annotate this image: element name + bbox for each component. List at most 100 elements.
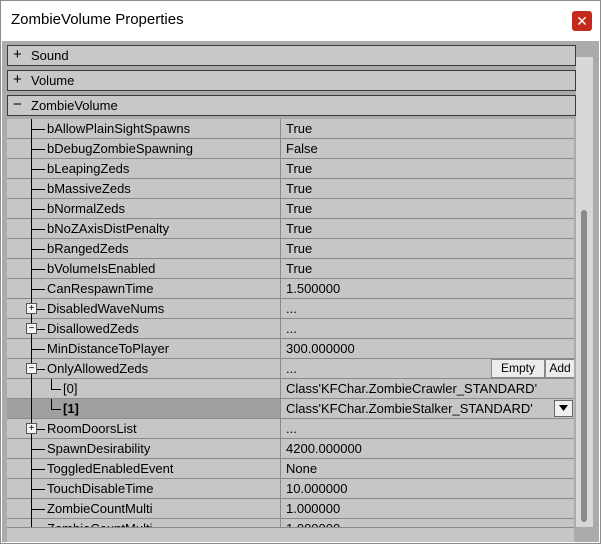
property-name-cell[interactable]: bVolumeIsEnabled bbox=[7, 259, 281, 279]
property-value[interactable]: False bbox=[286, 141, 318, 156]
tree-line bbox=[31, 129, 45, 130]
property-value[interactable]: 300.000000 bbox=[286, 341, 355, 356]
dropdown-arrow-button[interactable] bbox=[554, 400, 573, 417]
empty-button[interactable]: Empty bbox=[491, 359, 545, 378]
property-name: DisabledWaveNums bbox=[47, 301, 165, 316]
tree-line bbox=[31, 209, 45, 210]
property-value[interactable]: ... bbox=[286, 361, 297, 376]
property-name-cell[interactable]: + RoomDoorsList bbox=[7, 419, 281, 439]
property-name: OnlyAllowedZeds bbox=[47, 361, 149, 376]
property-value[interactable]: True bbox=[286, 121, 312, 136]
property-row[interactable]: bLeapingZeds True bbox=[7, 159, 574, 179]
property-name: bLeapingZeds bbox=[47, 161, 130, 176]
property-name-cell[interactable]: − OnlyAllowedZeds bbox=[7, 359, 281, 379]
property-row[interactable]: CanRespawnTime 1.500000 bbox=[7, 279, 574, 299]
property-name-cell[interactable]: bNoZAxisDistPenalty bbox=[7, 219, 281, 239]
property-row[interactable]: − OnlyAllowedZeds... Empty Add bbox=[7, 359, 574, 379]
property-value[interactable]: ... bbox=[286, 321, 297, 336]
collapse-icon[interactable]: − bbox=[13, 97, 22, 112]
property-name: ZombieCountMulti bbox=[47, 501, 153, 516]
category-zombievolume[interactable]: − ZombieVolume bbox=[7, 95, 576, 116]
property-name-cell[interactable]: bMassiveZeds bbox=[7, 179, 281, 199]
property-row[interactable]: bAllowPlainSightSpawns True bbox=[7, 119, 574, 139]
property-name: bMassiveZeds bbox=[47, 181, 131, 196]
tree-line bbox=[31, 249, 45, 250]
tree-line bbox=[31, 289, 45, 290]
property-name-cell[interactable]: TouchDisableTime bbox=[7, 479, 281, 499]
property-name-cell[interactable]: CanRespawnTime bbox=[7, 279, 281, 299]
property-name-cell[interactable]: − DisallowedZeds bbox=[7, 319, 281, 339]
expand-icon[interactable]: + bbox=[26, 303, 37, 314]
property-row[interactable]: TouchDisableTime 10.000000 bbox=[7, 479, 574, 499]
property-name-cell[interactable]: [0] bbox=[7, 379, 281, 399]
expand-icon[interactable]: + bbox=[13, 72, 22, 87]
property-name-cell[interactable]: ZombieCountMulti bbox=[7, 499, 281, 519]
property-row[interactable]: bRangedZeds True bbox=[7, 239, 574, 259]
property-row[interactable]: bMassiveZeds True bbox=[7, 179, 574, 199]
collapse-icon[interactable]: − bbox=[26, 323, 37, 334]
property-row[interactable]: bVolumeIsEnabled True bbox=[7, 259, 574, 279]
tree-line bbox=[31, 189, 45, 190]
property-name: bRangedZeds bbox=[47, 241, 129, 256]
property-name-cell[interactable]: ToggledEnabledEvent bbox=[7, 459, 281, 479]
property-value[interactable]: ... bbox=[286, 421, 297, 436]
scrollbar-thumb[interactable] bbox=[581, 210, 587, 522]
tree-line bbox=[31, 449, 45, 450]
property-value[interactable]: 1.500000 bbox=[286, 281, 340, 296]
property-name-cell[interactable]: bRangedZeds bbox=[7, 239, 281, 259]
property-value[interactable]: ... bbox=[286, 301, 297, 316]
property-row[interactable]: MinDistanceToPlayer 300.000000 bbox=[7, 339, 574, 359]
property-name: CanRespawnTime bbox=[47, 281, 154, 296]
vertical-scrollbar[interactable] bbox=[576, 57, 593, 527]
property-name-cell[interactable]: + DisabledWaveNums bbox=[7, 299, 281, 319]
property-value[interactable]: 1.000000 bbox=[286, 501, 340, 516]
expand-icon[interactable]: + bbox=[13, 47, 22, 62]
property-value[interactable]: None bbox=[286, 461, 317, 476]
property-value[interactable]: True bbox=[286, 201, 312, 216]
collapse-icon[interactable]: − bbox=[26, 363, 37, 374]
property-row[interactable]: bDebugZombieSpawning False bbox=[7, 139, 574, 159]
property-value[interactable]: 4200.000000 bbox=[286, 441, 362, 456]
property-name-cell[interactable]: MinDistanceToPlayer bbox=[7, 339, 281, 359]
close-icon: ✕ bbox=[576, 13, 588, 29]
property-row[interactable]: bNoZAxisDistPenalty True bbox=[7, 219, 574, 239]
property-row[interactable]: + DisabledWaveNums... bbox=[7, 299, 574, 319]
property-value[interactable]: True bbox=[286, 261, 312, 276]
property-row[interactable]: [0] Class'KFChar.ZombieCrawler_STANDARD' bbox=[7, 379, 574, 399]
property-row[interactable]: + RoomDoorsList... bbox=[7, 419, 574, 439]
property-row[interactable]: bNormalZeds True bbox=[7, 199, 574, 219]
grid-footer bbox=[7, 527, 574, 542]
property-name: MinDistanceToPlayer bbox=[47, 341, 170, 356]
property-row[interactable]: ZombieCountMulti 1.000000 bbox=[7, 499, 574, 519]
category-sound[interactable]: + Sound bbox=[7, 45, 576, 66]
title-bar[interactable]: ZombieVolume Properties ✕ bbox=[1, 1, 600, 39]
add-button[interactable]: Add bbox=[545, 359, 574, 378]
property-list: bAllowPlainSightSpawns True bDebugZombieSp… bbox=[7, 119, 574, 542]
property-row[interactable]: SpawnDesirability 4200.000000 bbox=[7, 439, 574, 459]
category-label: ZombieVolume bbox=[31, 98, 118, 113]
property-row[interactable]: − DisallowedZeds... bbox=[7, 319, 574, 339]
close-button[interactable]: ✕ bbox=[572, 11, 592, 31]
property-name-cell[interactable]: bNormalZeds bbox=[7, 199, 281, 219]
category-volume[interactable]: + Volume bbox=[7, 70, 576, 91]
property-value[interactable]: True bbox=[286, 241, 312, 256]
property-name-cell[interactable]: SpawnDesirability bbox=[7, 439, 281, 459]
property-value[interactable]: Class'KFChar.ZombieStalker_STANDARD' bbox=[286, 401, 533, 416]
property-name: [1] bbox=[63, 401, 79, 416]
property-name-cell[interactable]: bLeapingZeds bbox=[7, 159, 281, 179]
property-name: SpawnDesirability bbox=[47, 441, 151, 456]
property-value[interactable]: 10.000000 bbox=[286, 481, 347, 496]
property-name: DisallowedZeds bbox=[47, 321, 139, 336]
property-row[interactable]: ToggledEnabledEvent None bbox=[7, 459, 574, 479]
property-value[interactable]: True bbox=[286, 161, 312, 176]
expand-icon[interactable]: + bbox=[26, 423, 37, 434]
property-name: TouchDisableTime bbox=[47, 481, 154, 496]
property-name: ToggledEnabledEvent bbox=[47, 461, 174, 476]
property-value[interactable]: True bbox=[286, 221, 312, 236]
property-name-cell[interactable]: [1] bbox=[7, 399, 281, 419]
property-name-cell[interactable]: bDebugZombieSpawning bbox=[7, 139, 281, 159]
property-value[interactable]: True bbox=[286, 181, 312, 196]
property-name-cell[interactable]: bAllowPlainSightSpawns bbox=[7, 119, 281, 139]
property-row[interactable]: [1] Class'KFChar.ZombieStalker_STANDARD' bbox=[7, 399, 574, 419]
property-value[interactable]: Class'KFChar.ZombieCrawler_STANDARD' bbox=[286, 381, 537, 396]
